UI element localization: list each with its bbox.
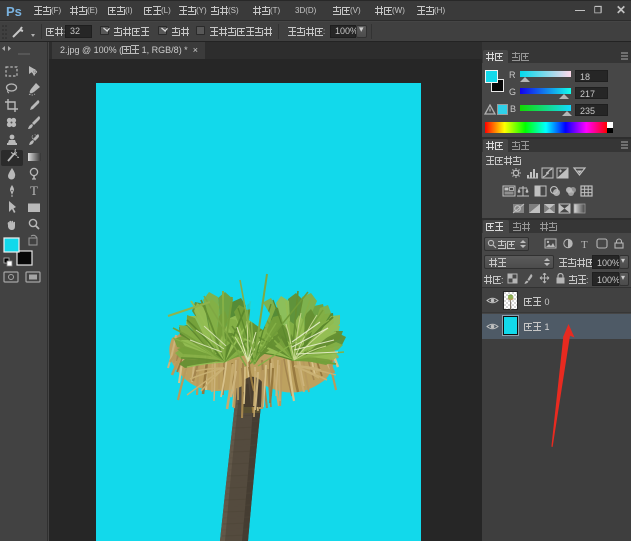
svg-text:T: T [581, 239, 588, 250]
svg-text:T: T [30, 183, 38, 198]
